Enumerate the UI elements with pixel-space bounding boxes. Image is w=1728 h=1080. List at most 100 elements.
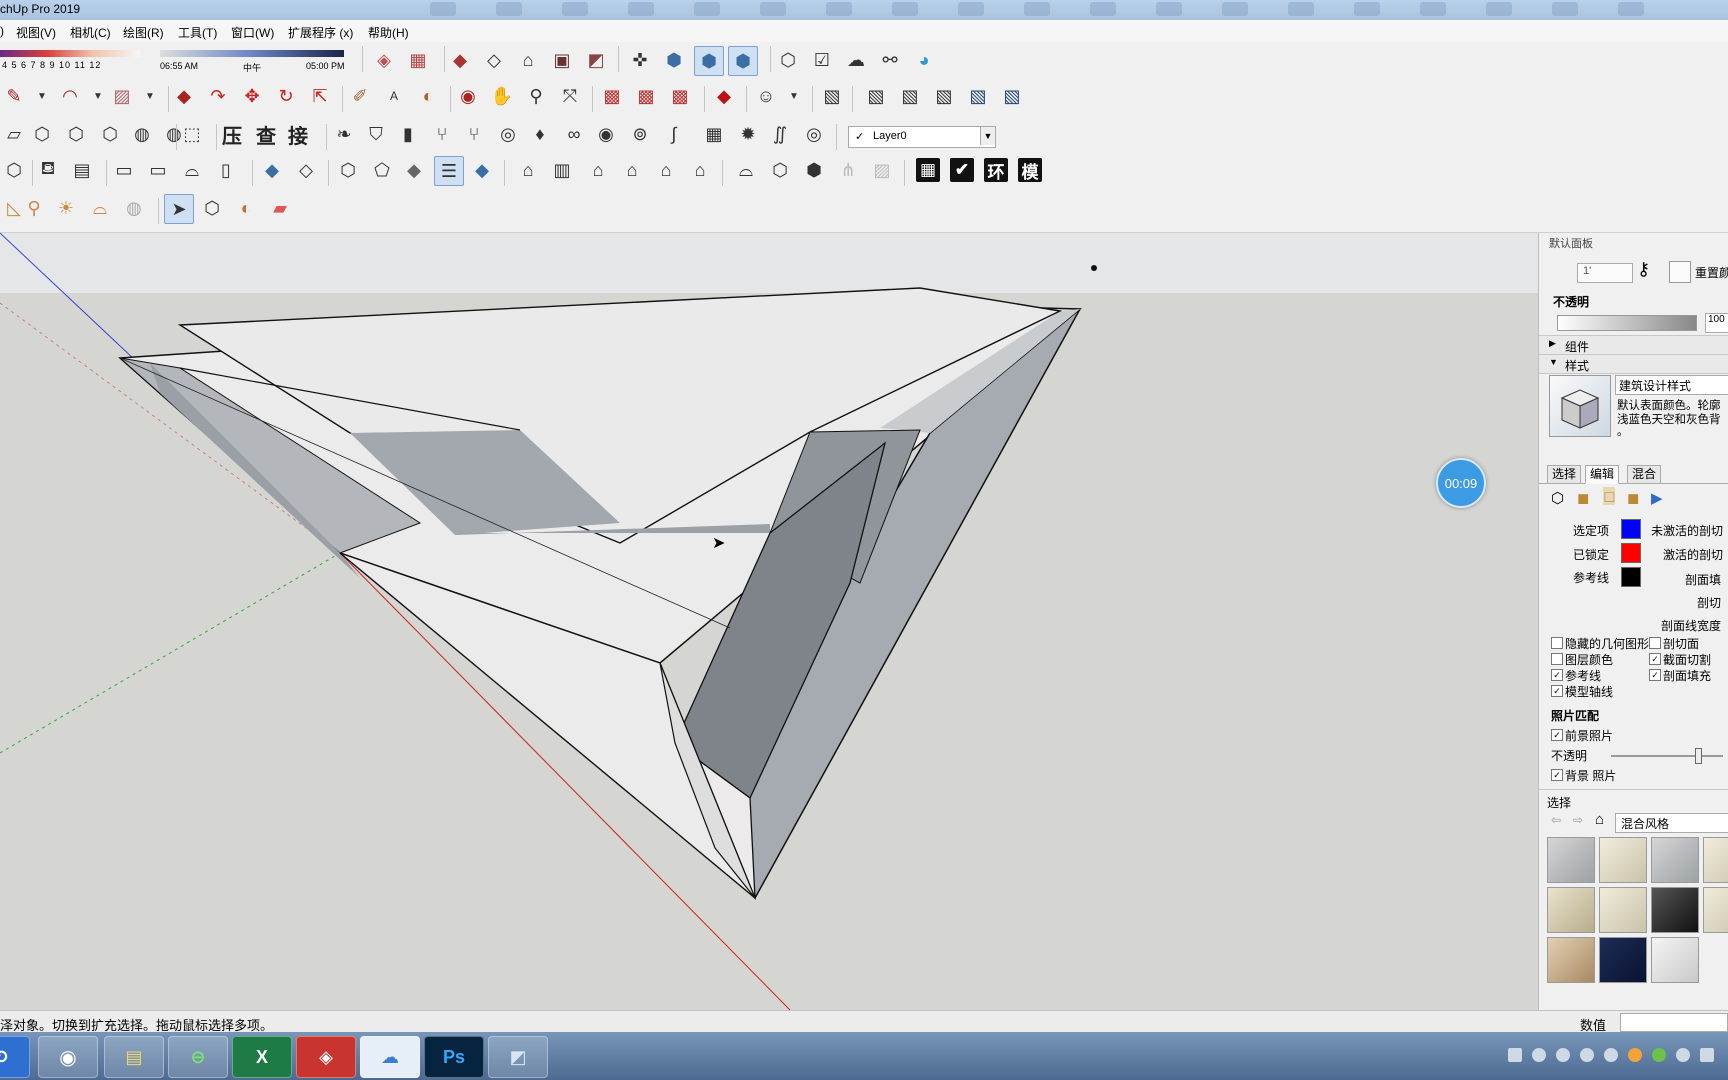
tab-select[interactable]: 选择 [1547, 465, 1582, 484]
section-planes-checkbox[interactable] [1649, 637, 1661, 649]
model-button[interactable]: 模 [1018, 158, 1042, 183]
xray-icon[interactable]: ◆ [258, 156, 286, 184]
style-thumb-3[interactable] [1651, 837, 1699, 883]
cube-solid-icon[interactable]: ⬢ [800, 156, 828, 184]
style-thumb-7[interactable] [1651, 887, 1699, 933]
time-slider[interactable] [160, 50, 344, 57]
make-component-icon[interactable]: ⬡ [198, 194, 226, 222]
layer-color-checkbox[interactable] [1551, 653, 1563, 665]
wireframe-icon[interactable]: ⬡ [334, 156, 362, 184]
component-select-icon[interactable]: ⬚ [178, 120, 206, 148]
block-icon[interactable]: ▮ [394, 120, 422, 148]
date-slider[interactable] [0, 50, 140, 57]
pan-icon[interactable]: ✋ [488, 82, 516, 110]
excel-icon[interactable]: X [232, 1036, 292, 1078]
style-thumbnail[interactable] [1549, 375, 1611, 437]
tray-qq-icon[interactable] [1628, 1048, 1642, 1062]
section-cuts-checkbox[interactable]: ✓ [1649, 653, 1661, 665]
top-view-icon[interactable]: ⬡ [28, 120, 56, 148]
app-green-icon[interactable]: ⊖ [168, 1036, 228, 1078]
paint-bucket-icon[interactable]: ◐ [414, 82, 442, 110]
check-model-icon[interactable]: ☑ [808, 46, 836, 74]
fog-icon[interactable]: ▦ [404, 46, 432, 74]
leaf-icon[interactable]: ❧ [330, 120, 358, 148]
warehouse-icon[interactable]: ⬡ [0, 156, 28, 184]
baidu-cloud-icon[interactable]: ☁ [360, 1036, 420, 1078]
pencil-icon[interactable]: ✎ [0, 82, 28, 110]
upload-icon[interactable]: ☁ [842, 46, 870, 74]
tray-arrow-icon[interactable] [1580, 1048, 1594, 1062]
home-icon[interactable]: ⌂ [1595, 811, 1604, 828]
coil-icon[interactable]: ⊚ [626, 120, 654, 148]
shaded-icon[interactable]: ◆ [400, 156, 428, 184]
glasses-icon[interactable]: ∞ [560, 120, 588, 148]
arch-icon[interactable]: ⌓ [178, 156, 206, 184]
link-icon[interactable]: ⚯ [876, 46, 904, 74]
arc-icon[interactable]: ◠ [56, 82, 84, 110]
sandbox-scratch-icon[interactable]: ◇ [480, 46, 508, 74]
face-settings-icon[interactable]: ◼ [1577, 489, 1589, 507]
photo-opacity-handle[interactable] [1695, 748, 1702, 764]
menu-window[interactable]: 窗口(W) [231, 24, 274, 41]
share-component-icon[interactable]: ▩ [666, 82, 694, 110]
tab-mix[interactable]: 混合 [1627, 465, 1662, 484]
house-back-icon[interactable]: ⌂ [652, 156, 680, 184]
style-thumb-11[interactable] [1651, 937, 1699, 983]
menu-extensions[interactable]: 扩展程序 (x) [288, 24, 353, 41]
follow-me-icon[interactable]: ↷ [204, 82, 232, 110]
style-thumb-8[interactable] [1703, 887, 1728, 933]
cube-outline-icon[interactable]: ⬡ [766, 156, 794, 184]
walk-icon[interactable]: ⬢ [660, 46, 688, 74]
stripes-icon[interactable]: ▨ [868, 156, 896, 184]
warehouse-3d-icon[interactable]: ▩ [598, 82, 626, 110]
sun-icon[interactable]: ☀ [52, 194, 80, 222]
sun-gear-icon[interactable]: ✹ [734, 120, 762, 148]
dropdown-arrow-icon[interactable]: ▼ [28, 82, 56, 110]
iso-view-icon[interactable]: ▱ [0, 120, 28, 148]
section-plane-icon[interactable]: ⬢ [728, 46, 758, 76]
menu-help[interactable]: 帮助(H) [368, 24, 409, 41]
push-pull-icon[interactable]: ◆ [170, 82, 198, 110]
style-thumb-4[interactable] [1703, 837, 1728, 883]
select-arrow-icon[interactable]: ➤ [164, 194, 194, 224]
wave-icon[interactable]: ∬ [766, 120, 794, 148]
eraser-icon[interactable]: ▰ [266, 194, 294, 222]
house-left-icon[interactable]: ⌂ [686, 156, 714, 184]
dropdown-arrow-icon[interactable]: ▼ [980, 127, 995, 145]
edge-settings-icon[interactable]: ⬡ [1551, 489, 1564, 507]
menu-camera[interactable]: 相机(C) [70, 24, 111, 41]
style-thumb-10[interactable] [1599, 937, 1647, 983]
sandbox-from-contours-icon[interactable]: ◆ [446, 46, 474, 74]
house-top-icon[interactable]: ▥ [548, 156, 576, 184]
style-thumb-6[interactable] [1599, 887, 1647, 933]
model-viewport[interactable]: 00:09 ➤ [0, 233, 1538, 1010]
house-front-icon[interactable]: ⌂ [584, 156, 612, 184]
photoshop-icon[interactable]: Ps [424, 1036, 484, 1078]
tray-gear-icon[interactable] [1556, 1048, 1570, 1062]
menu-tools[interactable]: 工具(T) [178, 24, 217, 41]
styles-section-header[interactable]: ▼ 样式 [1539, 354, 1728, 374]
window-icon[interactable]: ▭ [110, 156, 138, 184]
guide-color-swatch[interactable] [1621, 567, 1641, 587]
split-icon[interactable]: ▧ [998, 82, 1026, 110]
layer-dropdown[interactable]: ✓ Layer0 ▼ [848, 126, 996, 148]
style-thumb-1[interactable] [1547, 837, 1595, 883]
drop-icon[interactable]: ♦ [526, 120, 554, 148]
right-view-icon[interactable]: ⬡ [96, 120, 124, 148]
scene-icon[interactable]: ▤ [68, 156, 96, 184]
rotate-icon[interactable]: ↻ [272, 82, 300, 110]
gear-ring-icon[interactable]: ◎ [494, 120, 522, 148]
link-chain-icon[interactable]: ⚷ [1637, 259, 1650, 280]
app-notebook-icon[interactable]: ◩ [488, 1036, 548, 1078]
monochrome-icon[interactable]: ◆ [468, 156, 496, 184]
house-right-icon[interactable]: ⌂ [618, 156, 646, 184]
position-camera-icon[interactable]: ✜ [626, 46, 654, 74]
env-button[interactable]: 环 [984, 158, 1008, 183]
forward-arrow-icon[interactable]: ⇨ [1573, 813, 1583, 827]
scale-icon[interactable]: ⇱ [306, 82, 334, 110]
extension-warehouse-icon[interactable]: ◕ [910, 46, 938, 74]
outer-shell-icon[interactable]: ▧ [862, 82, 890, 110]
account-icon[interactable]: ☺ [752, 82, 780, 110]
intersect-icon[interactable]: ▧ [896, 82, 924, 110]
sketchup-icon[interactable]: ◈ [296, 1036, 356, 1078]
